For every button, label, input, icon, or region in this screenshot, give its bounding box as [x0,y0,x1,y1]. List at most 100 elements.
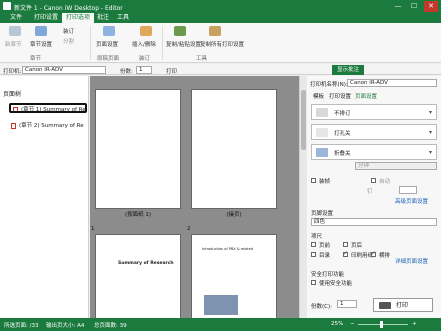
zoom-slider-thumb[interactable] [380,321,383,328]
page-thumbnail[interactable]: Introduction of PBX & related [191,234,277,318]
printer-name-select[interactable]: Canon iR-ADV [347,78,437,87]
other-label: 项尺 [311,234,323,240]
status-bar: 所选页面: /33 输出页大小: A4 总页面数: 39 25% − + [0,318,441,331]
page-thumbnail[interactable]: Summary of Research [95,234,181,318]
auto-label: 自动 [379,179,391,185]
title-bar: 新文件 1 - Canon iW Desktop - Editor — ☐ ✕ [0,0,441,13]
print-button-label: 打印 [396,302,409,309]
fold-subselect: 分钟 [355,162,437,170]
zoom-out-button[interactable]: − [350,321,355,327]
chevron-down-icon: ▾ [428,129,432,136]
chevron-down-icon: ▾ [428,109,432,116]
page-number: 1 [91,226,95,232]
printer-select[interactable]: Canon iR-ADV [22,65,106,74]
page-preview-area: (按面纸 1) (操页) 1 Summary of Research 2 Int… [90,76,299,318]
page-number: 2 [187,226,191,232]
page-tree-header: 页面树 [3,91,22,98]
tree-item-chapter-2[interactable]: (章节 2) Summary of Re [9,121,87,131]
page-label: (按面纸 1) [124,212,152,218]
scrollbar-thumb[interactable] [301,90,306,150]
insert-remove-button[interactable]: 插入/删除 [132,40,156,48]
copy-paste-settings-icon [174,26,186,36]
print-paper-checkbox[interactable] [343,250,348,257]
staple-button[interactable]: 装订 [63,27,74,35]
punch-icon [316,128,328,137]
copies-input-pane[interactable]: 1 [337,300,357,308]
copies-label: 份数: [120,68,133,75]
front-cover-checkbox[interactable] [311,242,316,247]
staple-select[interactable]: 不排订 ▾ [311,104,437,120]
advanced-link[interactable]: 高级页面设置 [395,197,428,205]
landscape-label: 横排 [379,253,391,259]
page-thumbnail[interactable] [95,89,181,209]
page-thumbnail[interactable] [191,89,277,209]
print-paper-label: 印刷用纸 [351,253,374,259]
front-cover-label: 页前 [319,243,331,249]
document-icon [13,107,18,111]
tab-comments[interactable]: 批注 [93,13,113,23]
chapter-settings-button[interactable]: 章节设置 [30,40,52,48]
page-label: (操页) [226,212,242,218]
group-pages-label: 原稿页面 [97,56,120,62]
preview-scrollbar[interactable] [299,76,307,318]
finish-select[interactable]: 四色 [311,218,437,226]
page-tree-pane: 页面树 (章节 1) Summary of Re (章节 2) Summary … [0,76,89,318]
detail-link[interactable]: 详细页面设置 [395,257,428,265]
close-button[interactable]: ✕ [424,1,438,12]
print-button[interactable]: 打印 [166,67,177,75]
tab-print-settings[interactable]: 打印设置 [30,13,62,23]
size-input[interactable] [399,186,417,194]
punch-value: 打孔关 [334,131,351,137]
printer-name-label: 打印机名称(N): [310,82,348,88]
fold-select[interactable]: 折叠关 ▾ [311,144,437,160]
tree-item-chapter-1[interactable]: (章节 1) Summary of Re [9,103,87,113]
landscape-checkbox[interactable] [371,250,376,257]
finish-label: 页脚设置 [311,211,334,217]
binding-label: 装帧 [319,179,331,185]
output-size: 输出页大小: A4 [46,323,85,329]
selected-pages: 所选页面: /33 [4,323,39,329]
page-settings-icon [103,26,115,36]
minimize-button[interactable]: — [391,1,405,12]
copy-all-settings-icon [209,26,221,36]
toc-checkbox[interactable] [311,252,316,257]
document-icon [11,123,16,129]
fold-icon [316,148,328,157]
zoom-slider[interactable] [358,324,408,325]
copy-paste-settings-button[interactable]: 复制/粘贴设置 [166,40,201,48]
staple-value: 不排订 [334,111,351,117]
ribbon: 新章节 章节设置 装订 分割 章节 页面设置 原稿页面 插入/删除 装订 复制/… [0,23,441,63]
toc-label: 目录 [319,253,331,259]
tab-print-settings-pane[interactable]: 打印设置 [329,92,351,100]
fold-value: 折叠关 [334,151,351,157]
page-photo [204,295,238,315]
copy-all-settings-button[interactable]: 复制所有打印设置 [200,40,244,48]
window-title: 新文件 1 - Canon iW Desktop - Editor [14,5,123,12]
tab-file[interactable]: 文件 [6,13,26,23]
new-chapter-button[interactable]: 新章节 [5,40,22,48]
split-button[interactable]: 分割 [63,37,74,45]
ribbon-tabs: 文件 打印设置 打印选项 批注 工具 [0,13,441,23]
security-option-label: 使用安全功能 [319,281,353,287]
security-checkbox[interactable] [311,280,316,285]
copies-input[interactable]: 1 [136,65,152,74]
tab-page-settings[interactable]: 页面设置 [355,92,377,100]
size-label: 钉 [367,189,373,195]
ribbon-separator [90,26,91,60]
punch-select[interactable]: 打孔关 ▾ [311,124,437,140]
maximize-button[interactable]: ☐ [407,1,421,12]
app-icon [3,2,11,10]
tab-print-options[interactable]: 打印选项 [62,13,95,23]
page-settings-button[interactable]: 页面设置 [96,40,118,48]
tab-tools[interactable]: 工具 [113,13,133,23]
binding-checkbox[interactable] [311,178,316,183]
printer-label: 打印机: [3,68,22,75]
tree-item-label: (章节 1) Summary of Re [21,107,86,113]
show-comments-button[interactable]: 显示批注 [332,64,364,75]
page-heading: Introduction of PBX & related [202,247,254,251]
back-cover-checkbox[interactable] [343,242,348,247]
auto-checkbox[interactable] [371,178,376,183]
tab-template[interactable]: 模板 [313,92,324,100]
print-button-pane[interactable]: 打印 [373,298,433,312]
zoom-in-button[interactable]: + [412,321,417,327]
